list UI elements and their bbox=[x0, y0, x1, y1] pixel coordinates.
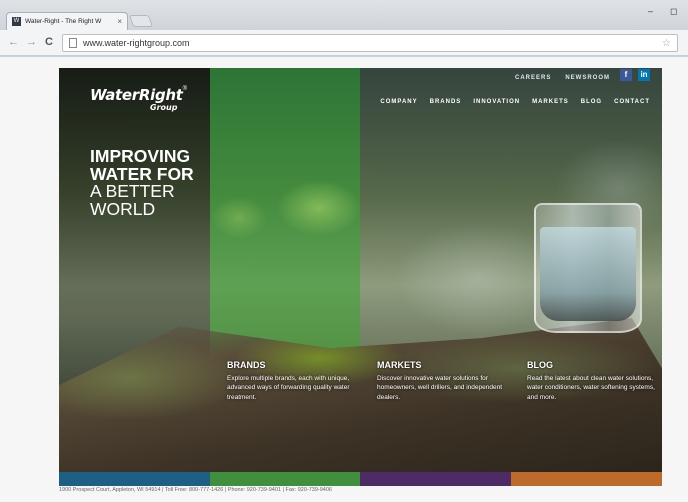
markets-card-text: Discover innovative water solutions for … bbox=[377, 375, 503, 401]
utility-nav: CAREERS NEWSROOM bbox=[515, 75, 610, 81]
color-strip-4 bbox=[511, 472, 662, 486]
color-strip-3 bbox=[360, 472, 511, 486]
nav-brands[interactable]: BRANDS bbox=[430, 99, 462, 105]
tab-bar: W Water-Right - The Right W × – ◻ bbox=[0, 0, 688, 30]
headline-line-4: WORLD bbox=[90, 198, 156, 219]
back-icon[interactable]: ← bbox=[8, 36, 19, 48]
glass-water bbox=[540, 227, 636, 321]
markets-card[interactable]: MARKETS Discover innovative water soluti… bbox=[377, 360, 512, 402]
tab-title: Water-Right - The Right W bbox=[25, 18, 102, 25]
headline-line-1: IMPROVING bbox=[90, 146, 191, 166]
nav-careers[interactable]: CAREERS bbox=[515, 75, 551, 81]
blog-card[interactable]: BLOG Read the latest about clean water s… bbox=[527, 360, 662, 402]
footer-contact: 1900 Prospect Court, Appleton, WI 54914 … bbox=[59, 487, 332, 493]
logo-wordmark: WaterRight bbox=[90, 86, 183, 104]
color-strip-2 bbox=[210, 472, 360, 486]
logo-registered: ® bbox=[182, 86, 188, 92]
nav-innovation[interactable]: INNOVATION bbox=[473, 99, 520, 105]
facebook-icon[interactable]: f bbox=[620, 69, 632, 81]
url-text: www.water-rightgroup.com bbox=[83, 38, 190, 48]
hero-headline: IMPROVING WATER FOR A BETTER WORLD bbox=[90, 146, 194, 219]
close-tab-icon[interactable]: × bbox=[117, 17, 122, 26]
hero-section: WaterRight® Group CAREERS NEWSROOM f in … bbox=[59, 68, 662, 486]
reload-icon[interactable]: C bbox=[45, 36, 53, 48]
minimize-icon[interactable]: – bbox=[648, 6, 653, 16]
social-links: f in bbox=[620, 69, 650, 81]
nav-company[interactable]: COMPANY bbox=[380, 99, 417, 105]
brands-card-title[interactable]: BRANDS bbox=[227, 360, 362, 370]
nav-markets[interactable]: MARKETS bbox=[532, 99, 569, 105]
water-glass-image bbox=[534, 203, 642, 333]
logo-subtitle: Group bbox=[150, 103, 178, 112]
brands-card[interactable]: BRANDS Explore multiple brands, each wit… bbox=[227, 360, 362, 402]
blog-card-title[interactable]: BLOG bbox=[527, 360, 662, 370]
headline-line-3: A BETTER bbox=[90, 181, 175, 201]
brands-card-text: Explore multiple brands, each with uniqu… bbox=[227, 375, 350, 401]
main-nav: COMPANY BRANDS INNOVATION MARKETS BLOG C… bbox=[380, 99, 650, 105]
favicon-icon: W bbox=[12, 17, 21, 26]
page-viewport: WaterRight® Group CAREERS NEWSROOM f in … bbox=[0, 57, 688, 502]
color-strip-1 bbox=[59, 472, 210, 486]
bookmark-star-icon[interactable]: ☆ bbox=[662, 38, 671, 49]
maximize-icon[interactable]: ◻ bbox=[670, 6, 677, 17]
blog-card-text: Read the latest about clean water soluti… bbox=[527, 375, 655, 401]
waterright-logo[interactable]: WaterRight® Group bbox=[90, 86, 188, 112]
browser-tab[interactable]: W Water-Right - The Right W × bbox=[6, 12, 128, 30]
nav-blog[interactable]: BLOG bbox=[581, 99, 602, 105]
address-bar[interactable]: www.water-rightgroup.com ☆ bbox=[62, 34, 678, 52]
linkedin-icon[interactable]: in bbox=[638, 69, 650, 81]
markets-card-title[interactable]: MARKETS bbox=[377, 360, 512, 370]
forward-icon[interactable]: → bbox=[26, 36, 37, 48]
page-icon bbox=[69, 38, 77, 48]
new-tab-button[interactable] bbox=[128, 15, 154, 27]
nav-newsroom[interactable]: NEWSROOM bbox=[565, 75, 610, 81]
nav-contact[interactable]: CONTACT bbox=[614, 99, 650, 105]
browser-toolbar: ← → C www.water-rightgroup.com ☆ bbox=[0, 30, 688, 56]
